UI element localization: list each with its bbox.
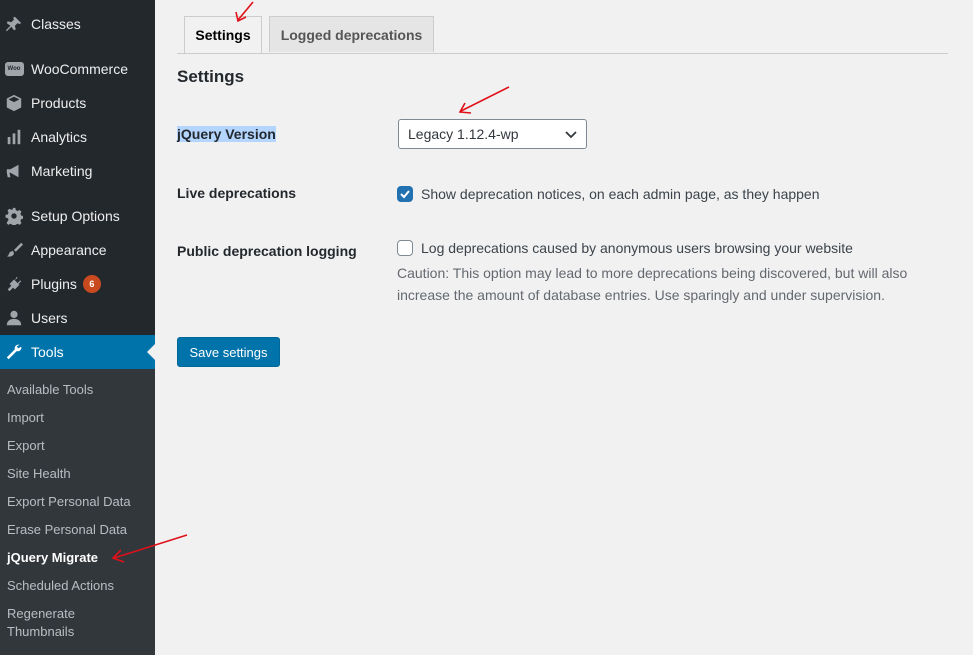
menu-label: Plugins xyxy=(31,276,77,292)
submenu-regenerate-thumbnails[interactable]: Regenerate Thumbnails xyxy=(7,605,75,641)
chevron-down-icon xyxy=(565,131,577,139)
nav-tabs: Settings Logged deprecations xyxy=(177,16,948,54)
caution-line-1: Caution: This option may lead to more de… xyxy=(397,265,908,281)
jquery-version-label: jQuery Version xyxy=(177,126,276,142)
menu-item-classes[interactable]: Classes xyxy=(0,7,155,41)
checkmark-icon xyxy=(400,190,410,199)
tools-submenu: Available Tools Import Export Site Healt… xyxy=(0,369,155,655)
megaphone-icon xyxy=(4,161,24,181)
user-icon xyxy=(4,308,24,328)
submenu-site-health[interactable]: Site Health xyxy=(7,465,71,483)
gear-icon xyxy=(4,206,24,226)
box-icon xyxy=(4,93,24,113)
wrench-icon xyxy=(4,342,24,362)
annotation-arrow-icon xyxy=(235,1,254,23)
pin-icon xyxy=(4,14,24,34)
submenu-available-tools[interactable]: Available Tools xyxy=(7,381,93,399)
submenu-scheduled-actions[interactable]: Scheduled Actions xyxy=(7,577,114,595)
menu-item-appearance[interactable]: Appearance xyxy=(0,233,155,267)
submenu-export-personal-data[interactable]: Export Personal Data xyxy=(7,493,131,511)
menu-label: Marketing xyxy=(31,163,93,179)
page-title: Settings xyxy=(177,67,245,86)
annotation-arrow-icon xyxy=(458,86,510,114)
menu-item-marketing[interactable]: Marketing xyxy=(0,154,155,188)
submenu-label-line1: Regenerate xyxy=(7,606,75,621)
menu-item-users[interactable]: Users xyxy=(0,301,155,335)
submenu-import[interactable]: Import xyxy=(7,409,44,427)
menu-label: Analytics xyxy=(31,129,88,145)
menu-label: Users xyxy=(31,310,68,326)
menu-label: Tools xyxy=(31,344,64,360)
live-deprecations-checkbox[interactable] xyxy=(397,186,413,202)
tab-logged-deprecations[interactable]: Logged deprecations xyxy=(269,16,434,52)
jquery-version-label-text: jQuery Version xyxy=(177,126,276,142)
submenu-label-line2: Thumbnails xyxy=(7,624,75,639)
menu-item-tools[interactable]: Tools xyxy=(0,335,155,369)
caution-line-2: increase the amount of database entries.… xyxy=(397,287,885,303)
menu-item-analytics[interactable]: Analytics xyxy=(0,120,155,154)
menu-label: Products xyxy=(31,95,87,111)
public-logging-label: Public deprecation logging xyxy=(177,243,357,259)
menu-label: Setup Options xyxy=(31,208,120,224)
menu-item-plugins[interactable]: Plugins 6 xyxy=(0,267,155,301)
menu-item-products[interactable]: Products xyxy=(0,86,155,120)
woo-icon: Woo xyxy=(4,59,24,79)
public-logging-checkbox[interactable] xyxy=(397,240,413,256)
live-deprecations-label: Live deprecations xyxy=(177,185,297,201)
plugins-update-badge: 6 xyxy=(82,275,101,293)
menu-label: Classes xyxy=(31,16,81,32)
woo-logo: Woo xyxy=(4,62,24,76)
caution-text: Caution: This option may lead to more de… xyxy=(397,262,957,306)
annotation-arrow-icon xyxy=(111,534,188,563)
menu-label: WooCommerce xyxy=(31,61,128,77)
bar-chart-icon xyxy=(4,127,24,147)
save-settings-button[interactable]: Save settings xyxy=(177,337,280,367)
submenu-jquery-migrate[interactable]: jQuery Migrate xyxy=(7,549,98,567)
menu-label: Appearance xyxy=(31,242,107,258)
plug-icon xyxy=(4,274,24,294)
menu-item-woocommerce[interactable]: Woo WooCommerce xyxy=(0,52,155,86)
submenu-export[interactable]: Export xyxy=(7,437,45,455)
live-deprecations-text: Show deprecation notices, on each admin … xyxy=(421,186,820,202)
jquery-version-select[interactable]: Legacy 1.12.4-wp xyxy=(398,119,587,149)
brush-icon xyxy=(4,240,24,260)
public-logging-text: Log deprecations caused by anonymous use… xyxy=(421,240,853,256)
menu-item-setup-options[interactable]: Setup Options xyxy=(0,199,155,233)
jquery-version-value: Legacy 1.12.4-wp xyxy=(408,126,519,142)
